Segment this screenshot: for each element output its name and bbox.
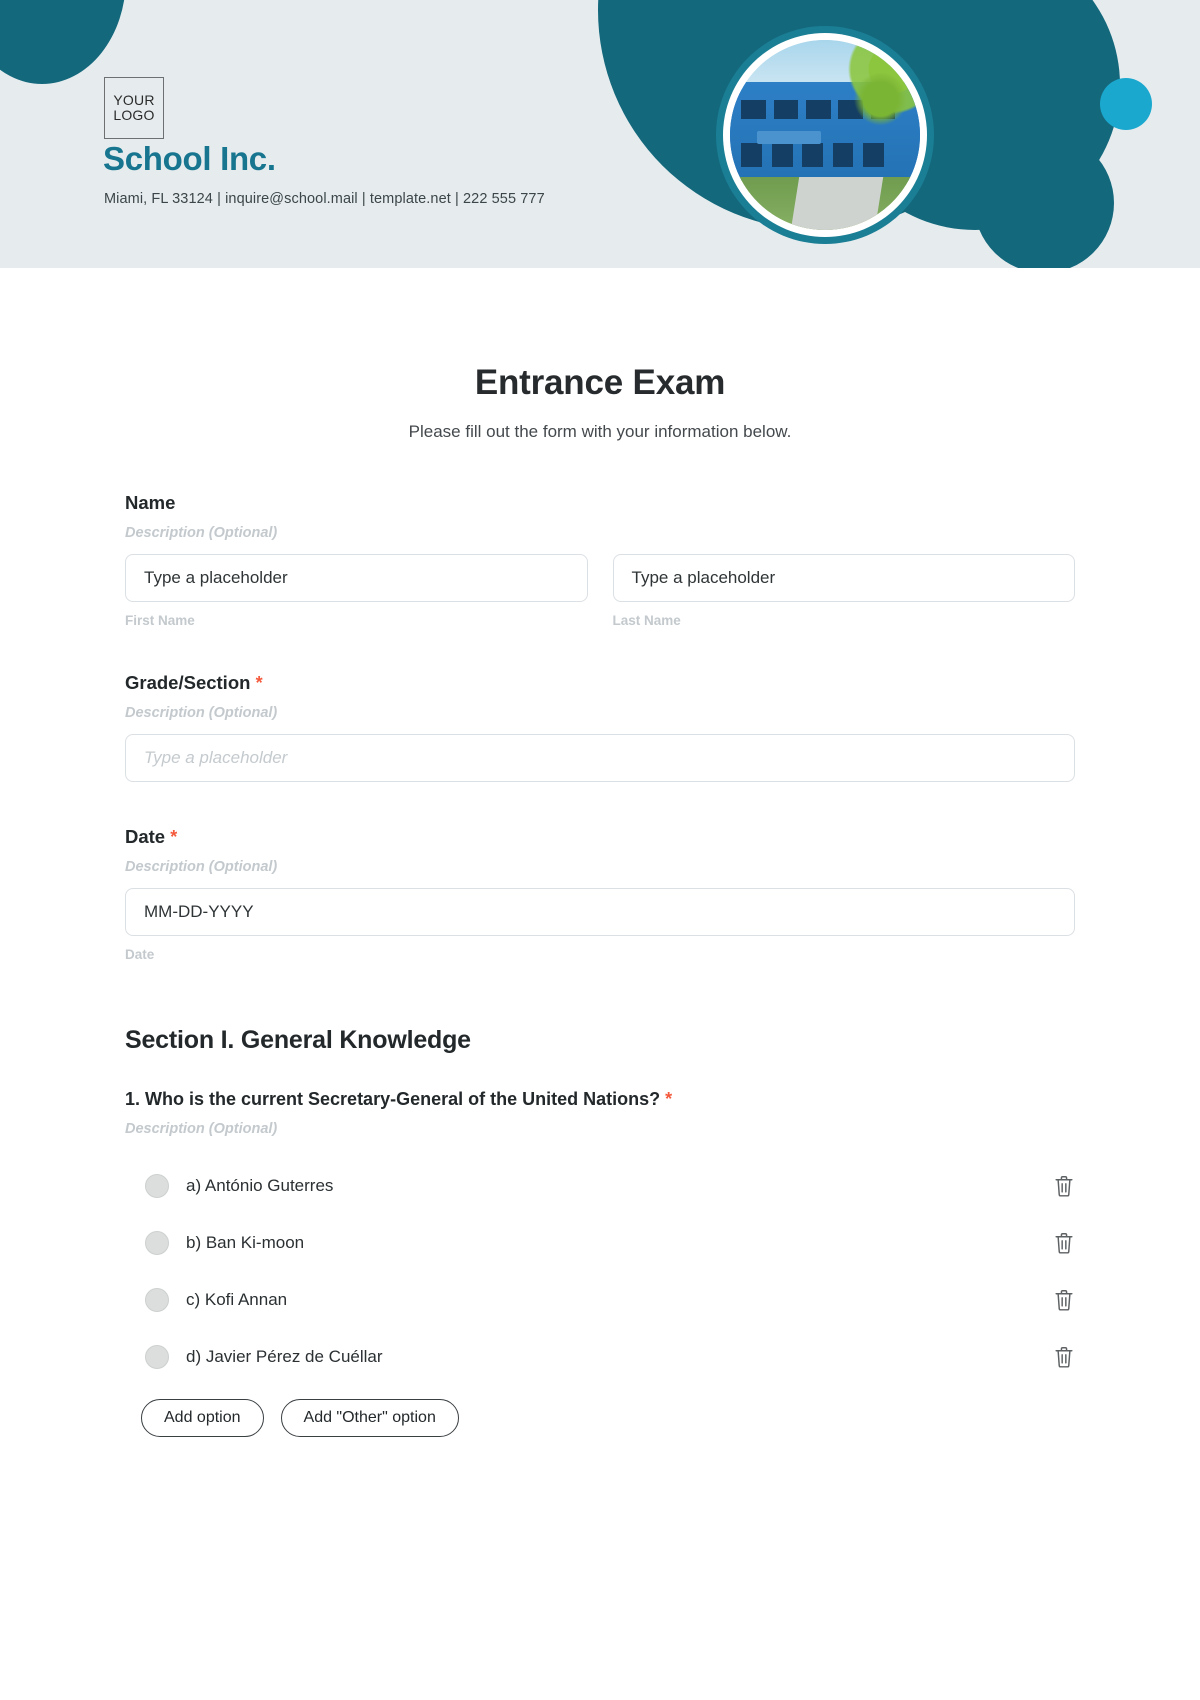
- question-1-text: 1. Who is the current Secretary-General …: [125, 1089, 1075, 1110]
- field-name: Name Description (Optional) Type a place…: [125, 492, 1075, 628]
- logo-line-2: LOGO: [113, 107, 155, 123]
- first-name-column: Type a placeholder First Name: [125, 554, 588, 628]
- brand-name: School Inc.: [103, 140, 276, 177]
- field-date: Date * Description (Optional) MM-DD-YYYY…: [125, 826, 1075, 962]
- field-grade-section-label: Grade/Section *: [125, 672, 1075, 694]
- trash-icon[interactable]: [1053, 1231, 1075, 1255]
- field-grade-section-description: Description (Optional): [125, 705, 278, 721]
- page-title: Entrance Exam: [474, 363, 726, 402]
- field-date-description: Description (Optional): [125, 859, 278, 875]
- form-sheet: Entrance Exam Please fill out the form w…: [0, 363, 1200, 1437]
- option-row[interactable]: d) Javier Pérez de Cuéllar: [125, 1328, 1075, 1385]
- decorative-circle-top-left: [0, 0, 126, 84]
- grade-section-input[interactable]: Type a placeholder: [125, 734, 1075, 782]
- photo-walkway: [790, 176, 883, 230]
- question-1: 1. Who is the current Secretary-General …: [125, 1089, 1075, 1437]
- required-asterisk: *: [665, 1089, 673, 1109]
- question-1-options: a) António Guterres b) Ban Ki-moon c) Ko…: [125, 1157, 1075, 1385]
- option-label: d) Javier Pérez de Cuéllar: [186, 1346, 383, 1366]
- last-name-input[interactable]: Type a placeholder: [612, 554, 1075, 602]
- option-label: c) Kofi Annan: [186, 1289, 288, 1309]
- logo-line-1: YOUR: [113, 92, 155, 109]
- field-name-label-text: Name: [125, 492, 176, 513]
- required-asterisk: *: [255, 673, 263, 693]
- question-1-text-value: 1. Who is the current Secretary-General …: [125, 1089, 661, 1109]
- question-1-description: Description (Optional): [125, 1121, 278, 1137]
- school-building-photo: [716, 26, 934, 244]
- trash-icon[interactable]: [1053, 1288, 1075, 1312]
- decorative-circle-small: [690, 39, 724, 73]
- portrait-photo-image: [730, 40, 920, 230]
- option-row[interactable]: b) Ban Ki-moon: [125, 1214, 1075, 1271]
- add-option-buttons: Add option Add "Other" option: [125, 1399, 1075, 1437]
- page-header-banner: YOUR LOGO School Inc. Miami, FL 33124 | …: [0, 0, 1200, 268]
- field-date-label: Date *: [125, 826, 1075, 848]
- brand-contact-line: Miami, FL 33124 | inquire@school.mail | …: [104, 191, 545, 207]
- radio-button-icon[interactable]: [145, 1287, 169, 1312]
- first-name-sublabel: First Name: [125, 613, 195, 628]
- option-label: b) Ban Ki-moon: [186, 1232, 305, 1252]
- trash-icon[interactable]: [1053, 1174, 1075, 1198]
- field-name-description: Description (Optional): [125, 525, 278, 541]
- decorative-circle-bottom-right: [974, 133, 1114, 268]
- option-row[interactable]: c) Kofi Annan: [125, 1271, 1075, 1328]
- option-row[interactable]: a) António Guterres: [125, 1157, 1075, 1214]
- add-option-button[interactable]: Add option: [141, 1399, 264, 1437]
- photo-tree-secondary: [851, 66, 909, 132]
- radio-button-icon[interactable]: [145, 1230, 169, 1255]
- radio-button-icon[interactable]: [145, 1173, 169, 1198]
- radio-button-icon[interactable]: [145, 1344, 169, 1369]
- section-heading: Section I. General Knowledge: [125, 1026, 471, 1054]
- required-asterisk: *: [170, 827, 178, 847]
- field-date-label-text: Date: [125, 826, 166, 847]
- option-label: a) António Guterres: [186, 1175, 334, 1195]
- page-subtitle: Please fill out the form with your infor…: [408, 422, 792, 441]
- last-name-sublabel: Last Name: [612, 613, 681, 628]
- first-name-input[interactable]: Type a placeholder: [125, 554, 588, 602]
- trash-icon[interactable]: [1053, 1345, 1075, 1369]
- date-sublabel: Date: [125, 947, 155, 962]
- decorative-circle-cyan: [1100, 78, 1152, 130]
- form-content: Name Description (Optional) Type a place…: [0, 492, 1200, 1437]
- date-input[interactable]: MM-DD-YYYY: [125, 888, 1075, 936]
- portrait-inner-ring: [723, 33, 927, 237]
- field-grade-section-label-text: Grade/Section: [125, 672, 251, 693]
- add-other-option-button[interactable]: Add "Other" option: [280, 1399, 459, 1437]
- field-grade-section: Grade/Section * Description (Optional) T…: [125, 672, 1075, 782]
- field-name-label: Name: [125, 492, 1075, 514]
- last-name-column: Type a placeholder Last Name: [612, 554, 1075, 628]
- photo-entrance-canopy: [756, 131, 822, 145]
- name-inputs-row: Type a placeholder First Name Type a pla…: [125, 554, 1075, 628]
- logo-placeholder: YOUR LOGO: [104, 77, 164, 139]
